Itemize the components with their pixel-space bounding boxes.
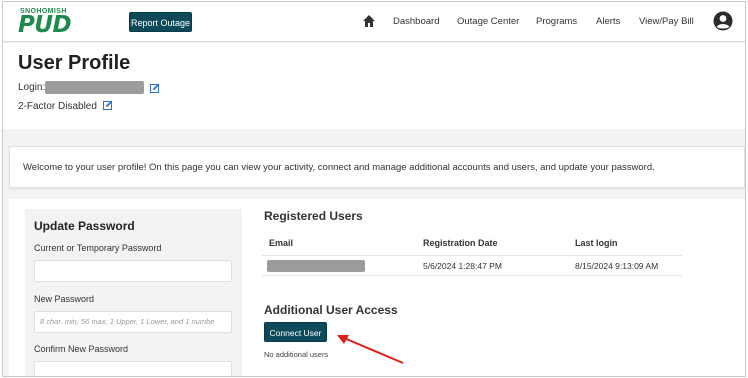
nav-dashboard[interactable]: Dashboard (393, 16, 439, 27)
last-login-cell: 8/15/2024 9:13:09 AM (575, 261, 659, 271)
nav-outage-center[interactable]: Outage Center (457, 16, 519, 27)
user-account-icon[interactable] (713, 11, 733, 31)
column-registration-date: Registration Date (423, 238, 498, 248)
profile-content: Update Password Current or Temporary Pas… (9, 199, 745, 376)
logo-big-text: PUD (18, 12, 72, 38)
login-redacted-value (45, 81, 144, 94)
report-outage-button[interactable]: Report Outage (129, 12, 192, 32)
column-last-login: Last login (575, 238, 618, 248)
connect-user-button[interactable]: Connect User (264, 322, 327, 342)
page-title: User Profile (18, 52, 131, 74)
welcome-text: Welcome to your user profile! On this pa… (23, 162, 655, 173)
new-password-input[interactable]: 8 char. min, 56 max; 1 Upper, 1 Lower, a… (34, 311, 232, 333)
email-redacted-value (267, 260, 365, 272)
nav-view-pay-bill[interactable]: View/Pay Bill (639, 16, 694, 27)
current-password-input[interactable] (34, 260, 232, 282)
no-additional-users-text: No additional users (264, 350, 329, 359)
edit-two-factor-icon[interactable] (102, 100, 113, 110)
table-row: 5/6/2024 1:28:47 PM 8/15/2024 9:13:09 AM (262, 255, 682, 276)
snohomish-pud-logo[interactable]: SNOHOMISH PUD (18, 8, 96, 38)
additional-user-access-title: Additional User Access (264, 303, 398, 317)
welcome-banner: Welcome to your user profile! On this pa… (9, 146, 745, 188)
profile-header: User Profile Login: 2-Factor Disabled (3, 43, 745, 129)
nav-programs[interactable]: Programs (536, 16, 577, 27)
home-icon[interactable] (362, 14, 376, 28)
login-label: Login: (18, 82, 46, 93)
column-email: Email (269, 238, 294, 248)
top-nav: SNOHOMISH PUD Report Outage Dashboard Ou… (3, 2, 745, 42)
update-password-card: Update Password Current or Temporary Pas… (25, 209, 242, 376)
registration-date-cell: 5/6/2024 1:28:47 PM (423, 261, 502, 271)
confirm-password-label: Confirm New Password (34, 344, 129, 354)
annotation-arrow-icon (337, 335, 404, 364)
edit-login-icon[interactable] (150, 83, 160, 93)
app-frame: SNOHOMISH PUD Report Outage Dashboard Ou… (2, 1, 746, 377)
registered-users-title: Registered Users (264, 209, 363, 223)
nav-alerts[interactable]: Alerts (596, 16, 620, 27)
two-factor-status: 2-Factor Disabled (18, 101, 97, 112)
confirm-password-input[interactable] (34, 361, 232, 376)
update-password-title: Update Password (34, 219, 135, 233)
new-password-label: New Password (34, 294, 95, 304)
two-factor-row: 2-Factor Disabled (18, 99, 113, 112)
current-password-label: Current or Temporary Password (34, 243, 162, 253)
